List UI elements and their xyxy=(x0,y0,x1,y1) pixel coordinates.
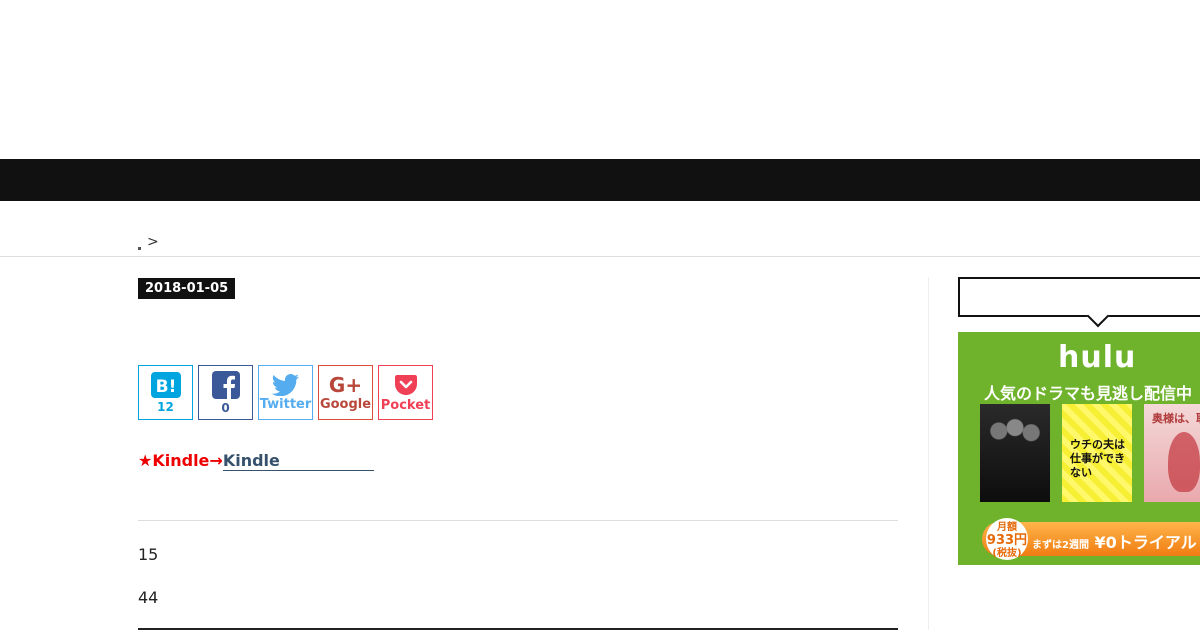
twitter-label: Twitter xyxy=(259,396,312,412)
pocket-share-button[interactable]: Pocket xyxy=(378,365,433,420)
google-plus-share-button[interactable]: G+ Google xyxy=(318,365,373,420)
drama-poster-3: 奥様は、取り扱い注意 xyxy=(1144,404,1200,502)
breadcrumb-separator: > xyxy=(147,234,159,250)
breadcrumb-home-link[interactable] xyxy=(138,247,141,250)
hulu-logo: hulu xyxy=(1058,340,1137,375)
kindle-promo-line: ★Kindle→Kindle xyxy=(138,451,374,471)
body-paragraph: 15 xyxy=(138,545,159,564)
trial-text: まずは2週間 ¥0トライアル xyxy=(1032,529,1197,553)
poster-2-title: ウチの夫は仕事ができない xyxy=(1070,438,1125,479)
twitter-bird-icon xyxy=(271,373,299,396)
drama-poster-1 xyxy=(980,404,1050,502)
body-paragraph: 44 xyxy=(138,588,159,607)
kindle-promo-prefix: ★Kindle→ xyxy=(138,451,223,470)
trial-label: ¥0トライアル xyxy=(1094,533,1197,552)
google-label: Google xyxy=(319,396,372,412)
price-label: 月額 xyxy=(997,522,1017,533)
sidebar-divider xyxy=(928,277,929,630)
content-divider xyxy=(138,520,898,521)
trial-cta-button[interactable]: 月額 933円 (税抜) まずは2週間 ¥0トライアル xyxy=(982,518,1200,560)
hatena-count: 12 xyxy=(157,399,174,414)
drama-poster-2: ウチの夫は仕事ができない xyxy=(1062,404,1132,502)
breadcrumb: > xyxy=(138,234,159,250)
hatena-bookmark-button[interactable]: B! 12 xyxy=(138,365,193,420)
hatena-icon: B! xyxy=(150,371,181,398)
svg-text:B!: B! xyxy=(155,377,176,397)
hulu-ad-banner[interactable]: hulu 人気のドラマも見逃し配信中 ウチの夫は仕事ができない 奥様は、取り扱い… xyxy=(958,332,1200,565)
ad-tagline: 人気のドラマも見逃し配信中 xyxy=(984,384,1193,403)
twitter-share-button[interactable]: Twitter xyxy=(258,365,313,420)
post-date-badge: 2018-01-05 xyxy=(138,278,236,299)
breadcrumb-divider xyxy=(0,256,1200,257)
facebook-count: 0 xyxy=(221,400,230,415)
sidebar-widget-title xyxy=(958,277,1200,317)
price-note: (税抜) xyxy=(992,548,1022,559)
global-nav-bar[interactable] xyxy=(0,159,1200,201)
price-badge: 月額 933円 (税抜) xyxy=(986,518,1028,560)
site-header xyxy=(0,0,1200,159)
price-value: 933円 xyxy=(986,533,1028,548)
kindle-link[interactable]: Kindle xyxy=(222,451,374,471)
trial-prefix: まずは2週間 xyxy=(1032,540,1089,551)
share-buttons: B! 12 0 Twitter G+ Google Pocket xyxy=(138,365,433,420)
facebook-icon xyxy=(211,370,240,399)
google-plus-icon: G+ xyxy=(328,372,363,397)
facebook-share-button[interactable]: 0 xyxy=(198,365,253,420)
pocket-icon xyxy=(394,374,417,395)
pocket-label: Pocket xyxy=(380,397,431,413)
poster-3-title: 奥様は、取り扱い注意 xyxy=(1152,412,1200,425)
article: 2018-01-05 B! 12 0 Twitter G+ Google Poc… xyxy=(138,277,898,630)
